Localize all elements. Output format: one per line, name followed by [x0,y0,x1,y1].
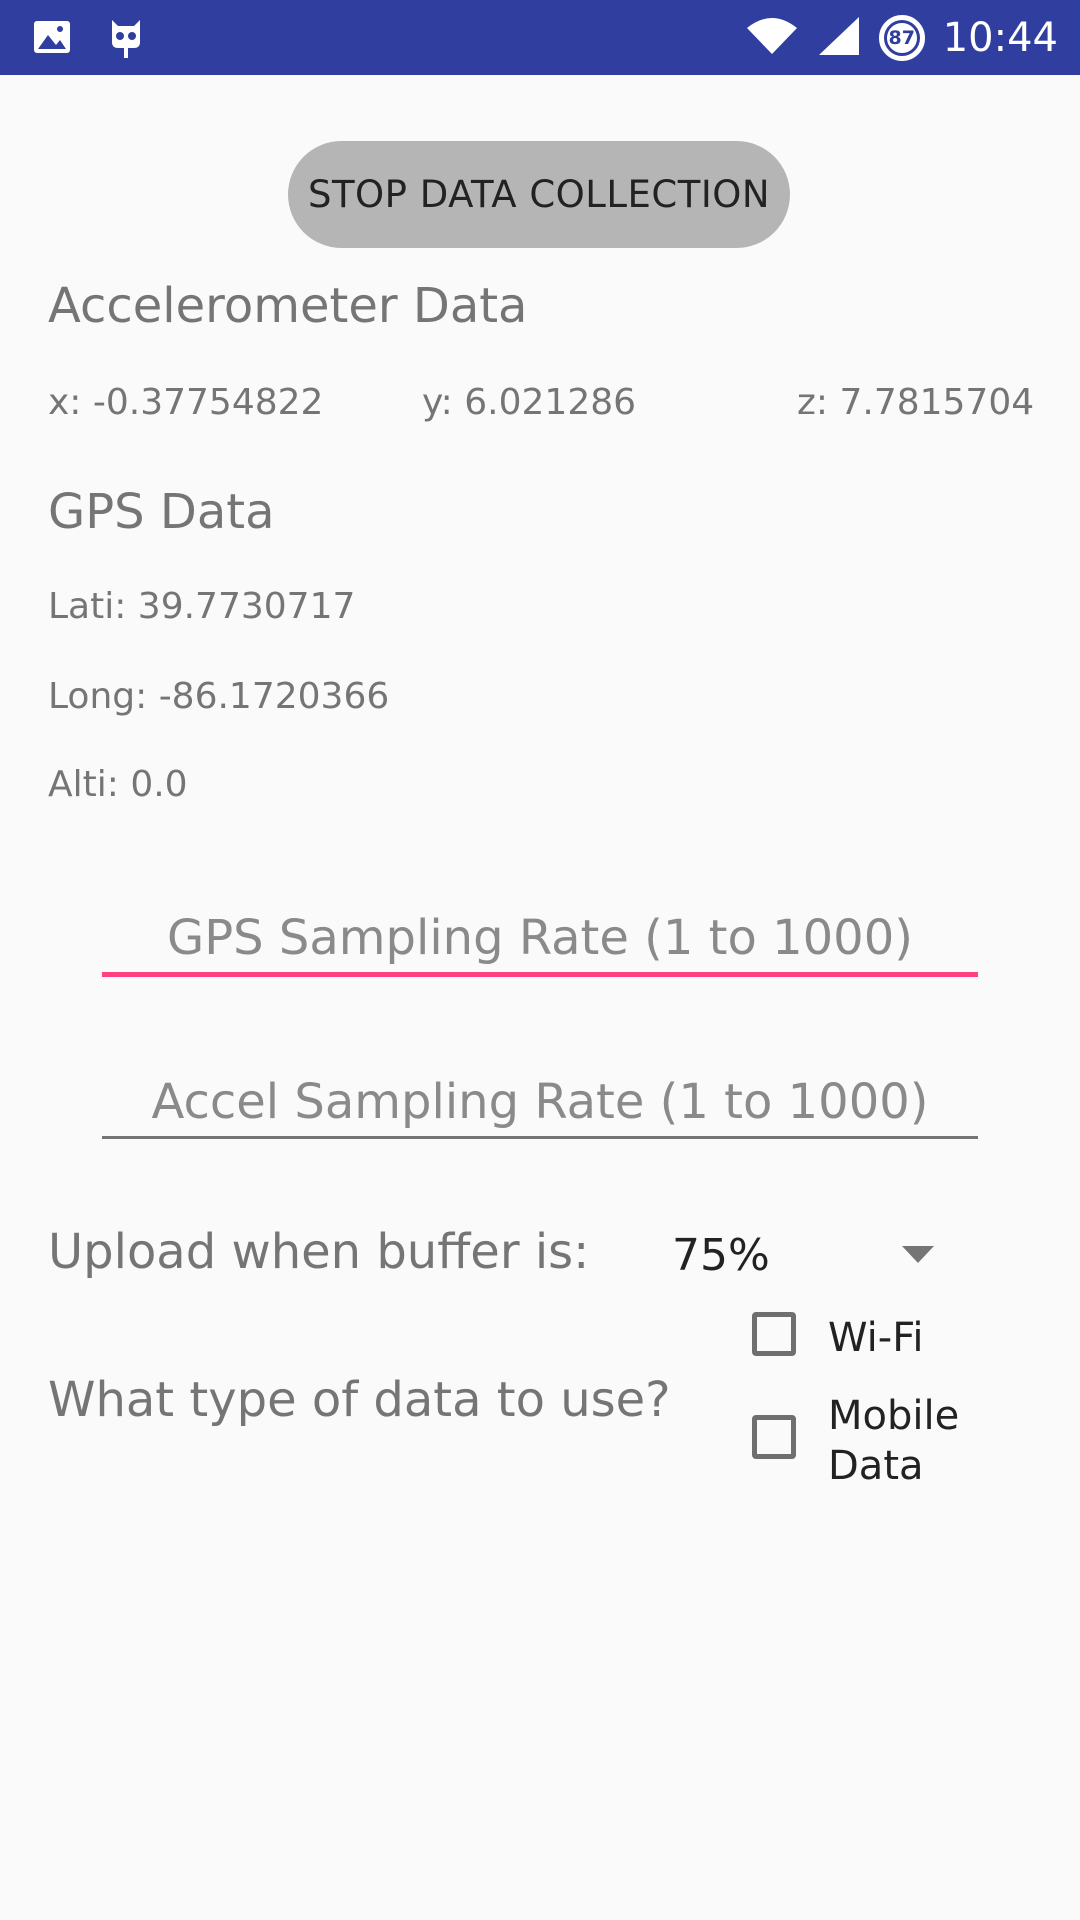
upload-buffer-label: Upload when buffer is: [48,1224,590,1280]
accel-y-value: y: 6.021286 [422,382,637,423]
stop-data-collection-button[interactable]: STOP DATA COLLECTION [288,141,790,248]
wifi-icon [745,16,799,60]
signal-icon [817,15,861,61]
battery-icon: 87 [878,15,925,61]
accel-x-value: x: -0.37754822 [48,382,324,423]
accel-z-value: z: 7.7815704 [797,382,1035,423]
mobile-data-checkbox-label[interactable]: Mobile Data [828,1391,959,1491]
image-icon [32,17,72,61]
gps-latitude-value: Lati: 39.7730717 [48,586,356,627]
mobile-label-line2: Data [828,1443,924,1489]
dropdown-arrow-icon[interactable] [902,1246,934,1263]
wifi-checkbox[interactable] [752,1312,796,1356]
accel-sampling-rate-input[interactable]: Accel Sampling Rate (1 to 1000) [102,1074,978,1139]
gps-title: GPS Data [48,484,275,540]
mobile-label-line1: Mobile [828,1393,960,1439]
cyanogen-icon [106,14,146,64]
gps-longitude-value: Long: -86.1720366 [48,676,390,717]
data-type-question: What type of data to use? [48,1372,671,1428]
buffer-threshold-dropdown[interactable]: 75% [672,1230,770,1281]
accelerometer-title: Accelerometer Data [48,278,528,334]
wifi-checkbox-label[interactable]: Wi-Fi [828,1313,923,1363]
gps-altitude-value: Alti: 0.0 [48,764,188,805]
battery-level: 87 [888,27,915,49]
mobile-data-checkbox[interactable] [752,1415,796,1459]
gps-sampling-rate-input[interactable]: GPS Sampling Rate (1 to 1000) [102,910,978,977]
clock: 10:44 [942,15,1058,61]
status-bar: 87 10:44 [0,0,1080,75]
